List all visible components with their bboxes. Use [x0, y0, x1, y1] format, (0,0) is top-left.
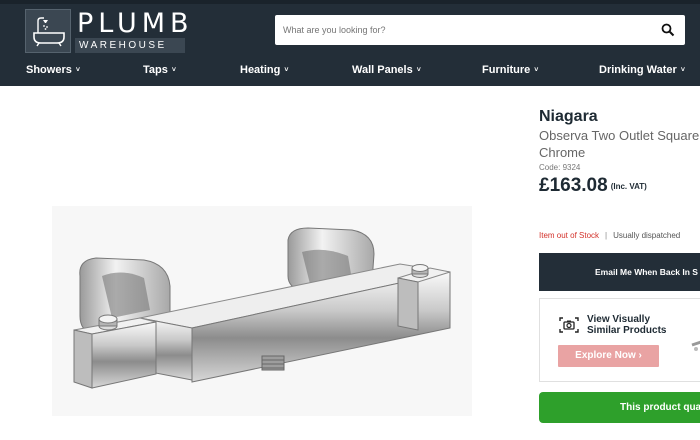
stock-separator: |: [605, 231, 608, 240]
logo-word-plumb: PLUMB: [77, 8, 194, 39]
bathtub-shower-icon: [25, 9, 71, 53]
nav-item-furniture[interactable]: Furniture ˅: [482, 64, 538, 76]
search-bar: [275, 15, 685, 45]
chevron-down-icon: ˅: [284, 67, 289, 74]
stock-status: Item out of Stock: [539, 231, 600, 240]
chevron-down-icon: ˅: [171, 67, 176, 74]
chevron-down-icon: ˅: [680, 67, 685, 74]
dispatch-info: Usually dispatched: [613, 231, 681, 240]
product-quality-button[interactable]: This product qua: [539, 392, 700, 423]
nav-item-wall-panels[interactable]: Wall Panels ˅: [352, 64, 421, 76]
chevron-down-icon: ˅: [534, 67, 539, 74]
product-code: Code: 9324: [539, 163, 581, 172]
camera-icon: [559, 317, 579, 333]
price-value: £163.08: [539, 175, 608, 196]
search-icon[interactable]: [661, 23, 675, 37]
product-name: Observa Two Outlet Square Chrome: [539, 127, 700, 161]
email-back-in-stock-button[interactable]: Email Me When Back In S: [539, 253, 700, 291]
logo-word-warehouse: WAREHOUSE: [75, 38, 185, 53]
product-name-line2: Chrome: [539, 145, 586, 160]
similar-products-title: View Visually Similar Products: [587, 314, 667, 336]
nav-label: Taps: [143, 64, 168, 76]
price-vat-note: (Inc. VAT): [610, 182, 647, 191]
product-brand[interactable]: Niagara: [539, 108, 598, 126]
search-input[interactable]: [275, 15, 655, 45]
chevron-down-icon: ˅: [75, 67, 80, 74]
main-nav: Showers ˅ Taps ˅ Heating ˅ Wall Panels ˅ Fur…: [0, 58, 700, 86]
site-logo[interactable]: PLUMB WAREHOUSE: [25, 9, 189, 53]
chevron-down-icon: ˅: [416, 67, 421, 74]
visual-search-panel: View Visually Similar Products Explore N…: [539, 298, 700, 382]
site-header: PLUMB WAREHOUSE Showers˅ Taps˅ Heating˅ …: [0, 0, 700, 86]
nav-label: Heating: [240, 64, 281, 76]
top-strip: [0, 0, 700, 4]
nav-item-taps[interactable]: Taps ˅: [143, 64, 176, 76]
product-price: £163.08 (Inc. VAT): [539, 175, 647, 197]
product-name-line1: Observa Two Outlet Square: [539, 128, 700, 143]
nav-item-heating[interactable]: Heating ˅: [240, 64, 288, 76]
nav-item-drinking-water[interactable]: Drinking Water ˅: [599, 64, 685, 76]
nav-item-showers[interactable]: Showers ˅: [26, 64, 80, 76]
nav-label: Wall Panels: [352, 64, 413, 76]
nav-label: Showers: [26, 64, 72, 76]
stock-status-row: Item out of Stock | Usually dispatched: [539, 231, 680, 240]
product-image[interactable]: [52, 206, 472, 416]
nav-label: Drinking Water: [599, 64, 677, 76]
nav-label: Furniture: [482, 64, 531, 76]
similar-product-thumbnail[interactable]: [690, 331, 700, 355]
explore-now-button[interactable]: Explore Now ›: [558, 345, 659, 367]
